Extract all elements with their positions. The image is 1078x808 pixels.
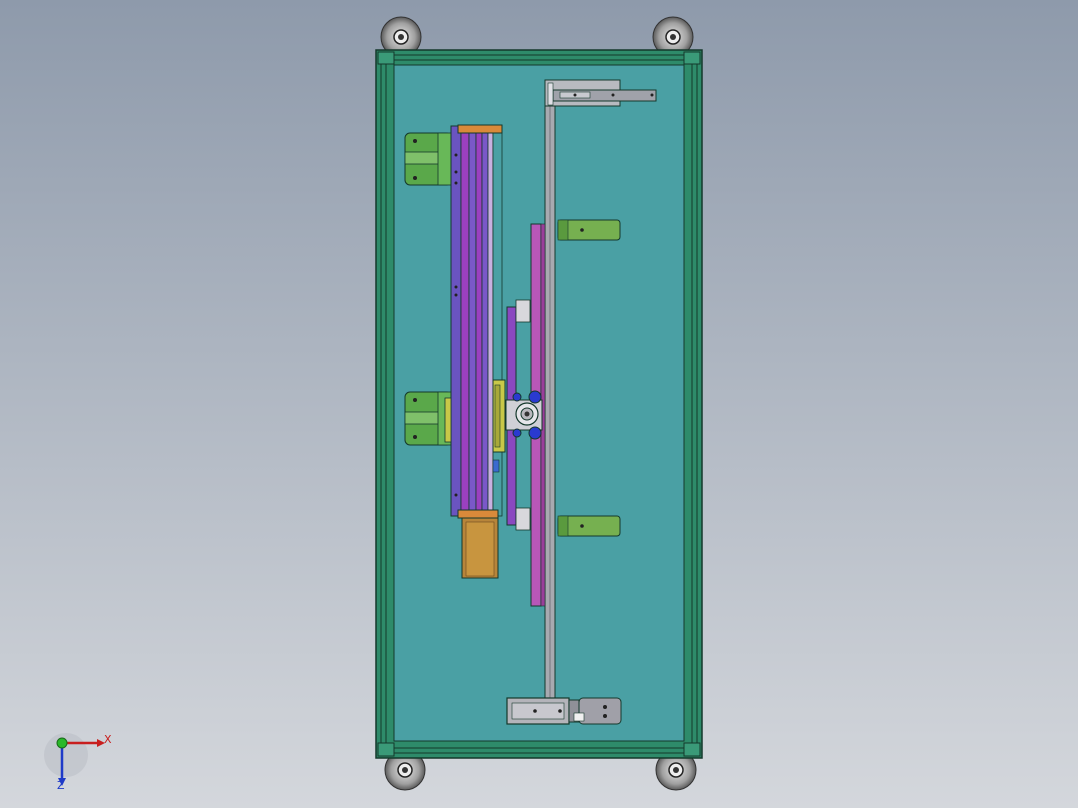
pneumatic-cylinder[interactable] [506, 697, 622, 725]
linear-module[interactable] [444, 124, 503, 519]
mounting-bracket-lower[interactable] [404, 391, 452, 446]
z-axis-label: Z [57, 779, 65, 792]
guide-rail[interactable] [544, 81, 556, 699]
cad-graphics-area[interactable]: X Z [0, 0, 1078, 808]
mounting-bracket-upper[interactable] [404, 132, 452, 186]
green-tab-lower[interactable] [557, 515, 621, 537]
cad-model-drawing[interactable] [0, 0, 1078, 808]
x-axis-label: X [104, 733, 112, 746]
green-tab-upper[interactable] [557, 219, 621, 241]
servo-motor[interactable] [461, 517, 499, 579]
